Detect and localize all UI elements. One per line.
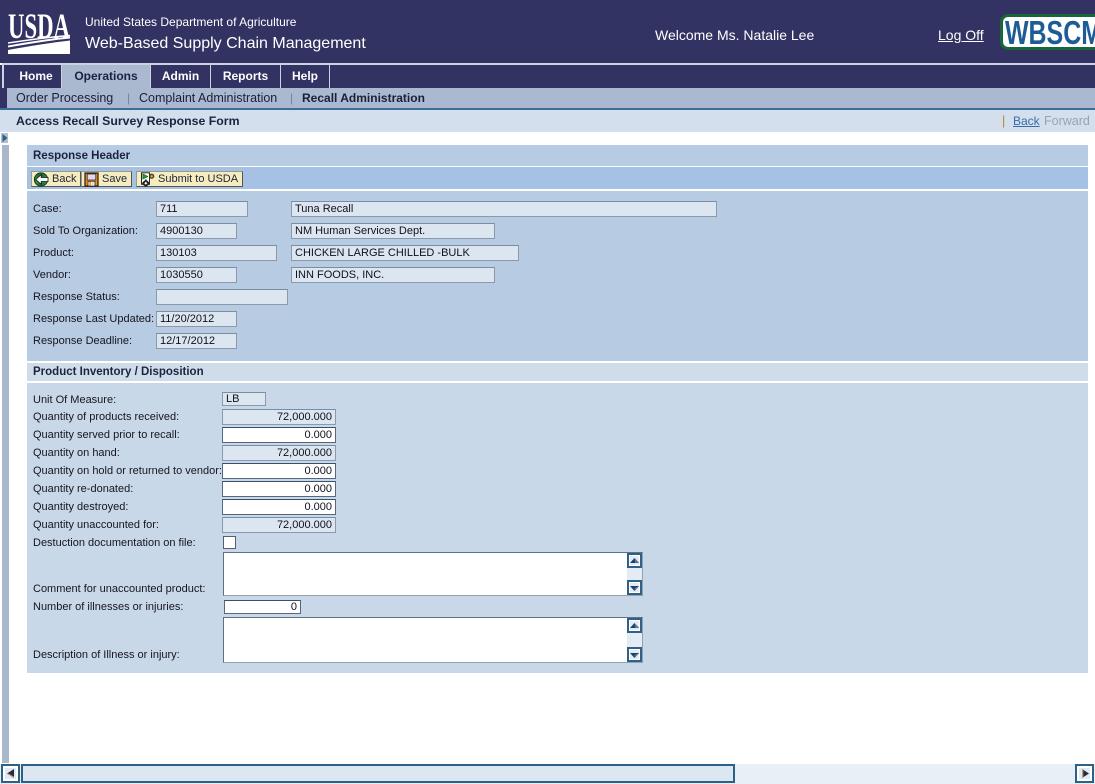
svg-text:WBSCM: WBSCM bbox=[1005, 17, 1095, 49]
